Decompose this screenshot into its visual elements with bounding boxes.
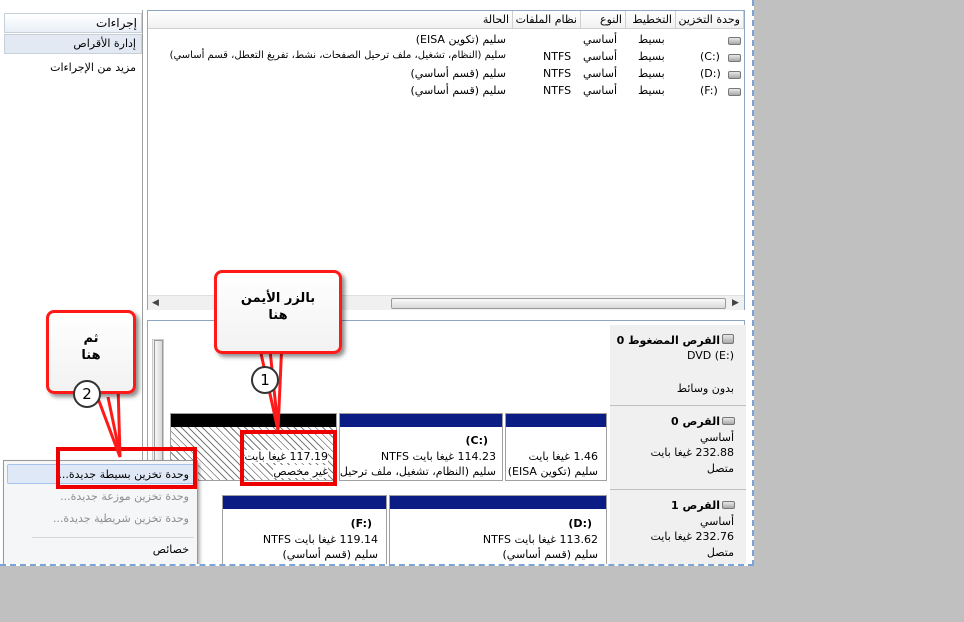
column-status[interactable]: الحالة (148, 11, 513, 29)
partition-size: 113.62 غيغا بايت NTFS (482, 533, 598, 546)
row-status: سليم (قسم أساسي) (410, 84, 506, 97)
menu-item-new-spanned-volume[interactable]: وحدة تخزين موزعة جديدة... (60, 490, 189, 503)
row-type: أساسي (583, 50, 618, 63)
cdrom-media: بدون وسائط (676, 382, 734, 395)
row-fs: NTFS (543, 50, 572, 63)
row-layout: بسيط (638, 33, 665, 46)
partition-eisa[interactable]: 1.46 غيغا بايت سليم (تكوين EISA) (505, 413, 607, 481)
column-status-label: الحالة (482, 13, 509, 26)
cdrom-name: القرص المضغوط 0 (616, 334, 720, 347)
scroll-left-icon[interactable]: ◀ (152, 298, 159, 308)
column-type[interactable]: النوع (581, 11, 626, 29)
disk1-info[interactable]: القرص 1 أساسي 232.76 غيغا بايت متصل (610, 489, 746, 564)
callout2-line1: ثم (83, 331, 99, 346)
row-layout: بسيط (638, 84, 665, 97)
partition-size: 1.46 غيغا بايت (528, 450, 599, 463)
partition-d[interactable]: (D:) 113.62 غيغا بايت NTFS سليم (قسم أسا… (389, 495, 607, 564)
partition-bar (340, 414, 502, 427)
partition-status: سليم (النظام، تشغيل، ملف ترحيل (339, 465, 496, 478)
actions-header: إجراءات (4, 13, 142, 33)
row-fs: NTFS (543, 84, 572, 97)
partition-size: 119.14 غيغا بايت NTFS (262, 533, 378, 546)
annotation-highlight-unallocated (240, 430, 337, 486)
partition-bar (506, 414, 606, 427)
callout1-number: 1 (251, 366, 279, 394)
column-volume[interactable]: وحدة التخزين (676, 11, 744, 29)
actions-disk-management-label: إدارة الأقراص (73, 37, 136, 50)
row-status: سليم (النظام، تشغيل، ملف ترحيل الصفحات، … (169, 50, 506, 61)
row-fs: NTFS (543, 67, 572, 80)
column-type-label: النوع (600, 13, 622, 26)
disk1-size: 232.76 غيغا بايت (650, 530, 735, 543)
drive-icon (728, 71, 741, 79)
callout1-line2: هنا (268, 308, 288, 323)
cdrom-info[interactable]: القرص المضغوط 0 DVD (E:) بدون وسائط (610, 325, 746, 405)
scroll-thumb[interactable] (391, 298, 726, 309)
drive-icon (728, 37, 741, 45)
column-layout-label: التخطيط (632, 13, 672, 26)
column-volume-label: وحدة التخزين (678, 13, 740, 26)
row-layout: بسيط (638, 50, 665, 63)
cdrom-icon (722, 334, 734, 344)
row-volume: (D:) (700, 67, 721, 80)
partition-f[interactable]: (F:) 119.14 غيغا بايت NTFS سليم (قسم أسا… (222, 495, 387, 564)
cdrom-drive: DVD (E:) (686, 349, 734, 362)
partition-label: (C:) (465, 434, 488, 447)
callout2-number: 2 (73, 380, 101, 408)
row-type: أساسي (583, 67, 618, 80)
partition-bar (390, 496, 606, 509)
drive-icon (728, 88, 741, 96)
column-filesystem[interactable]: نظام الملفات (513, 11, 581, 29)
actions-more-label[interactable]: مزيد من الإجراءات (50, 61, 136, 74)
disk1-name: القرص 1 (671, 499, 720, 512)
partition-bar (223, 496, 386, 509)
callout2-line2: هنا (81, 348, 101, 363)
disk0-name: القرص 0 (671, 415, 720, 428)
disk1-type: أساسي (699, 515, 734, 528)
disk-management-window: إجراءات إدارة الأقراص مزيد من الإجراءات … (0, 0, 754, 566)
partition-status: سليم (قسم أساسي) (282, 548, 378, 561)
partition-status: سليم (قسم أساسي) (502, 548, 598, 561)
callout1-line1: بالزر الأيمن (240, 291, 316, 306)
volume-list: وحدة التخزين التخطيط النوع نظام الملفات … (147, 10, 745, 310)
drive-icon (728, 54, 741, 62)
column-layout[interactable]: التخطيط (626, 11, 676, 29)
disk0-type: أساسي (699, 431, 734, 444)
row-volume: (C:) (700, 50, 720, 63)
row-type: أساسي (583, 33, 618, 46)
annotation-callout-1: بالزر الأيمن هنا (214, 270, 342, 354)
disk0-state: متصل (706, 462, 734, 475)
column-filesystem-label: نظام الملفات (515, 13, 577, 26)
row-type: أساسي (583, 84, 618, 97)
row-status: سليم (قسم أساسي) (410, 67, 506, 80)
disk-icon (722, 501, 735, 509)
menu-item-new-striped-volume[interactable]: وحدة تخزين شريطية جديدة... (53, 512, 189, 525)
row-volume: (F:) (700, 84, 718, 97)
scroll-right-icon[interactable]: ▶ (732, 298, 739, 308)
disk0-size: 232.88 غيغا بايت (650, 446, 735, 459)
partition-status: سليم (تكوين EISA) (507, 465, 598, 478)
actions-header-label: إجراءات (96, 16, 137, 30)
partition-size: 114.23 غيغا بايت NTFS (380, 450, 496, 463)
partition-c[interactable]: (C:) 114.23 غيغا بايت NTFS سليم (النظام،… (339, 413, 503, 481)
menu-separator (32, 537, 194, 538)
row-layout: بسيط (638, 67, 665, 80)
disk-icon (722, 417, 735, 425)
disk0-info[interactable]: القرص 0 أساسي 232.88 غيغا بايت متصل (610, 405, 746, 489)
partition-label: (D:) (568, 517, 592, 530)
menu-item-properties[interactable]: خصائص (153, 543, 189, 556)
disk1-state: متصل (706, 546, 734, 559)
row-status: سليم (تكوين EISA) (415, 33, 506, 46)
partition-label: (F:) (350, 517, 372, 530)
